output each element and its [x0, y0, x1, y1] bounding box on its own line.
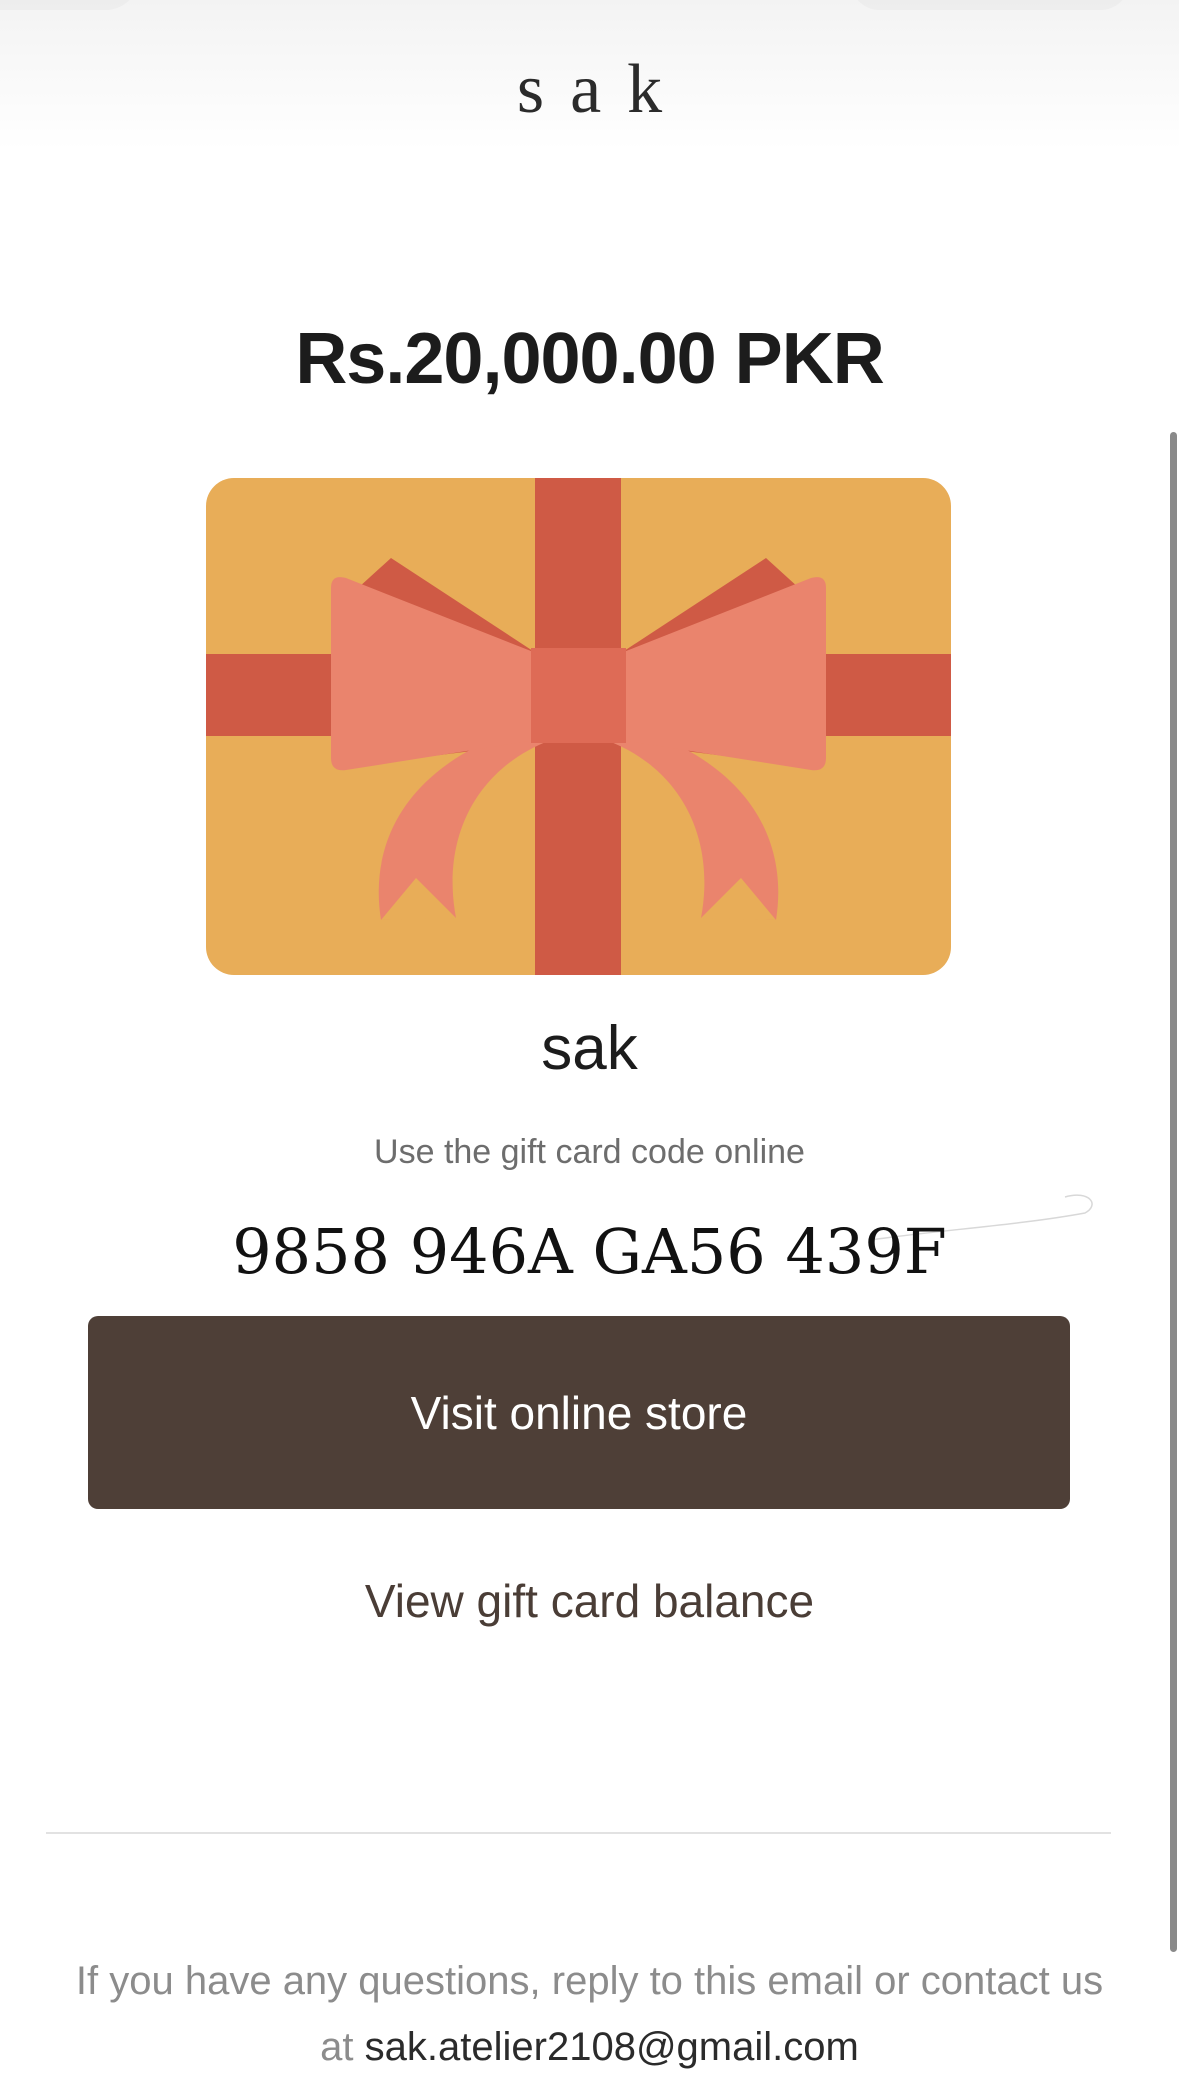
contact-email-link[interactable]: sak.atelier2108@gmail.com	[365, 2025, 859, 2069]
gift-card-email-page: sak Rs.20,000.00 PKR sak Use the gift ca…	[0, 0, 1179, 2096]
gift-card-code[interactable]: 9858 946A GA56 439F	[0, 1215, 1179, 1288]
footer-divider	[46, 1832, 1111, 1834]
top-right-blurred-button	[850, 0, 1130, 10]
view-balance-link[interactable]: View gift card balance	[0, 1574, 1179, 1628]
visit-online-store-button[interactable]: Visit online store	[88, 1316, 1070, 1509]
brand-logo: sak	[516, 51, 689, 128]
footer-text: If you have any questions, reply to this…	[60, 1948, 1119, 2080]
bow-knot	[531, 648, 626, 743]
code-hint: Use the gift card code online	[374, 1133, 805, 1171]
gift-card-icon	[206, 478, 951, 975]
scrollbar[interactable]	[1170, 432, 1177, 1952]
store-name: sak	[541, 1014, 638, 1083]
gift-card-amount: Rs.20,000.00 PKR	[295, 319, 884, 399]
